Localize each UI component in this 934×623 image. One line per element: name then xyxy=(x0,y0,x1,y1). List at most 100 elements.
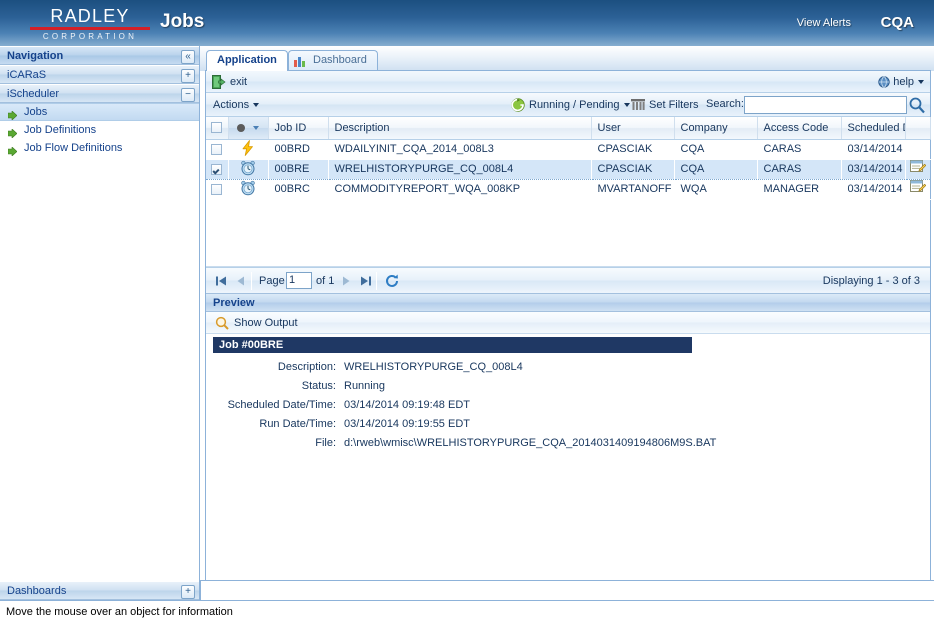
show-output-label: Show Output xyxy=(234,317,298,329)
detail-row: File:d:\rweb\wmisc\WRELHISTORYPURGE_CQA_… xyxy=(206,435,930,451)
pager-separator xyxy=(376,272,377,290)
nav-group-ischeduler[interactable]: iScheduler − xyxy=(0,84,199,103)
sidebar-item-job-flow-definitions[interactable]: Job Flow Definitions xyxy=(0,139,199,157)
refresh-button[interactable] xyxy=(384,273,400,289)
help-menu-button[interactable]: help xyxy=(878,74,924,90)
chevron-down-icon[interactable] xyxy=(253,126,259,130)
logo-subtitle: CORPORATION xyxy=(30,32,150,42)
select-all-checkbox[interactable] xyxy=(211,122,222,133)
show-output-button[interactable]: Show Output xyxy=(214,315,298,331)
cell-note[interactable] xyxy=(905,179,930,199)
sidebar-item-jobs[interactable]: Jobs xyxy=(0,103,199,121)
tab-strip: Application Dashboard xyxy=(200,46,934,71)
detail-value: d:\rweb\wmisc\WRELHISTORYPURGE_CQA_20140… xyxy=(344,435,716,451)
page-number-input[interactable] xyxy=(286,272,312,289)
table-row[interactable]: 00BRDWDAILYINIT_CQA_2014_008L3CPASCIAKCQ… xyxy=(206,139,930,159)
collapse-ischeduler-button[interactable]: − xyxy=(181,88,195,102)
page-count-label: of 1 xyxy=(316,275,334,287)
note-edit-icon[interactable] xyxy=(910,186,926,198)
row-status-cell xyxy=(228,179,268,199)
tab-dashboard[interactable]: Dashboard xyxy=(288,50,378,71)
cell-note[interactable] xyxy=(905,139,930,159)
row-checkbox[interactable] xyxy=(211,164,222,175)
application-panel: exit help Actions xyxy=(205,70,931,594)
grid-pager: Page of 1 Displaying 1 - 3 of 3 xyxy=(206,267,930,293)
last-page-button[interactable] xyxy=(358,273,374,289)
nav-item-list: Jobs Job Definitions Job Flow Definition… xyxy=(0,103,199,157)
table-body: 00BRDWDAILYINIT_CQA_2014_008L3CPASCIAKCQ… xyxy=(206,139,930,199)
detail-row: Description:WRELHISTORYPURGE_CQ_008L4 xyxy=(206,359,930,375)
expand-dashboards-button[interactable]: + xyxy=(181,585,195,599)
chevron-down-icon xyxy=(624,103,630,107)
row-checkbox[interactable] xyxy=(211,144,222,155)
exit-button[interactable]: exit xyxy=(211,74,247,90)
view-alerts-link[interactable]: View Alerts xyxy=(797,17,851,29)
previous-page-button[interactable] xyxy=(233,273,249,289)
help-globe-icon xyxy=(878,76,890,88)
cell-user: CPASCIAK xyxy=(591,159,674,179)
jobs-grid: Job ID Description User Company Access C… xyxy=(206,117,930,267)
column-header-access-code[interactable]: Access Code xyxy=(757,117,841,139)
table-row[interactable]: 00BREWRELHISTORYPURGE_CQ_008L4CPASCIAKCQ… xyxy=(206,159,930,179)
logo-word: RADLEY xyxy=(30,6,150,26)
note-edit-icon[interactable] xyxy=(910,166,926,178)
expand-icaras-button[interactable]: + xyxy=(181,69,195,83)
exit-label: exit xyxy=(230,76,247,88)
actions-menu-button[interactable]: Actions xyxy=(213,97,271,113)
arrow-right-icon xyxy=(8,126,17,135)
running-pending-label: Running / Pending xyxy=(529,99,620,111)
collapse-sidebar-button[interactable]: « xyxy=(181,50,195,64)
row-select-cell[interactable] xyxy=(206,159,228,179)
sidebar-item-job-definitions[interactable]: Job Definitions xyxy=(0,121,199,139)
status-dot-icon xyxy=(237,124,245,132)
set-filters-button[interactable]: Set Filters xyxy=(630,96,699,114)
row-select-cell[interactable] xyxy=(206,139,228,159)
cell-job-id: 00BRE xyxy=(268,159,328,179)
search-input[interactable] xyxy=(744,96,907,114)
first-page-button[interactable] xyxy=(213,273,229,289)
search-icon[interactable] xyxy=(908,96,926,114)
nav-group-dashboards[interactable]: Dashboards + xyxy=(0,581,199,600)
chevron-down-icon xyxy=(253,103,259,107)
detail-label: Run Date/Time: xyxy=(206,416,336,432)
cell-company: CQA xyxy=(674,139,757,159)
sidebar-item-label: Jobs xyxy=(24,106,47,118)
column-header-company[interactable]: Company xyxy=(674,117,757,139)
column-header-description[interactable]: Description xyxy=(328,117,591,139)
lightning-bolt-icon xyxy=(240,147,256,159)
select-all-header[interactable] xyxy=(206,117,228,139)
cell-access-code: MANAGER xyxy=(757,179,841,199)
cell-company: WQA xyxy=(674,179,757,199)
column-header-scheduled[interactable]: Scheduled Date/Time xyxy=(841,117,905,139)
column-header-user[interactable]: User xyxy=(591,117,674,139)
jobs-table: Job ID Description User Company Access C… xyxy=(206,117,931,200)
job-detail-panel: Job #00BRE Description:WRELHISTORYPURGE_… xyxy=(206,334,930,589)
navigation-sidebar: Navigation « iCARaS + iScheduler − Jobs … xyxy=(0,46,200,600)
chevron-down-icon xyxy=(918,80,924,84)
arrow-right-icon xyxy=(8,109,17,118)
row-checkbox[interactable] xyxy=(211,184,222,195)
status-column-header[interactable] xyxy=(228,117,268,139)
running-pending-filter-button[interactable]: Running / Pending xyxy=(509,96,644,114)
help-label: help xyxy=(893,76,914,88)
column-header-job-id[interactable]: Job ID xyxy=(268,117,328,139)
cell-access-code: CARAS xyxy=(757,159,841,179)
tab-application[interactable]: Application xyxy=(206,50,288,71)
cell-note[interactable] xyxy=(905,159,930,179)
page-label: Page xyxy=(259,275,285,287)
next-page-button[interactable] xyxy=(338,273,354,289)
cell-company: CQA xyxy=(674,159,757,179)
navigation-header: Navigation « xyxy=(0,46,199,65)
row-select-cell[interactable] xyxy=(206,179,228,199)
cell-scheduled: 03/14/2014 11:00 EDT xyxy=(841,179,905,199)
sidebar-item-label: Job Definitions xyxy=(24,124,96,136)
nav-group-icaras[interactable]: iCARaS + xyxy=(0,65,199,84)
table-row[interactable]: 00BRCCOMMODITYREPORT_WQA_008KPMVARTANOFF… xyxy=(206,179,930,199)
search-label: Search: xyxy=(706,98,744,110)
detail-row: Run Date/Time:03/14/2014 09:19:55 EDT xyxy=(206,416,930,432)
set-filters-label: Set Filters xyxy=(649,99,699,111)
page-title: Jobs xyxy=(160,11,204,33)
arrow-right-icon xyxy=(8,144,17,153)
magnifier-icon xyxy=(215,316,229,330)
cell-job-id: 00BRC xyxy=(268,179,328,199)
